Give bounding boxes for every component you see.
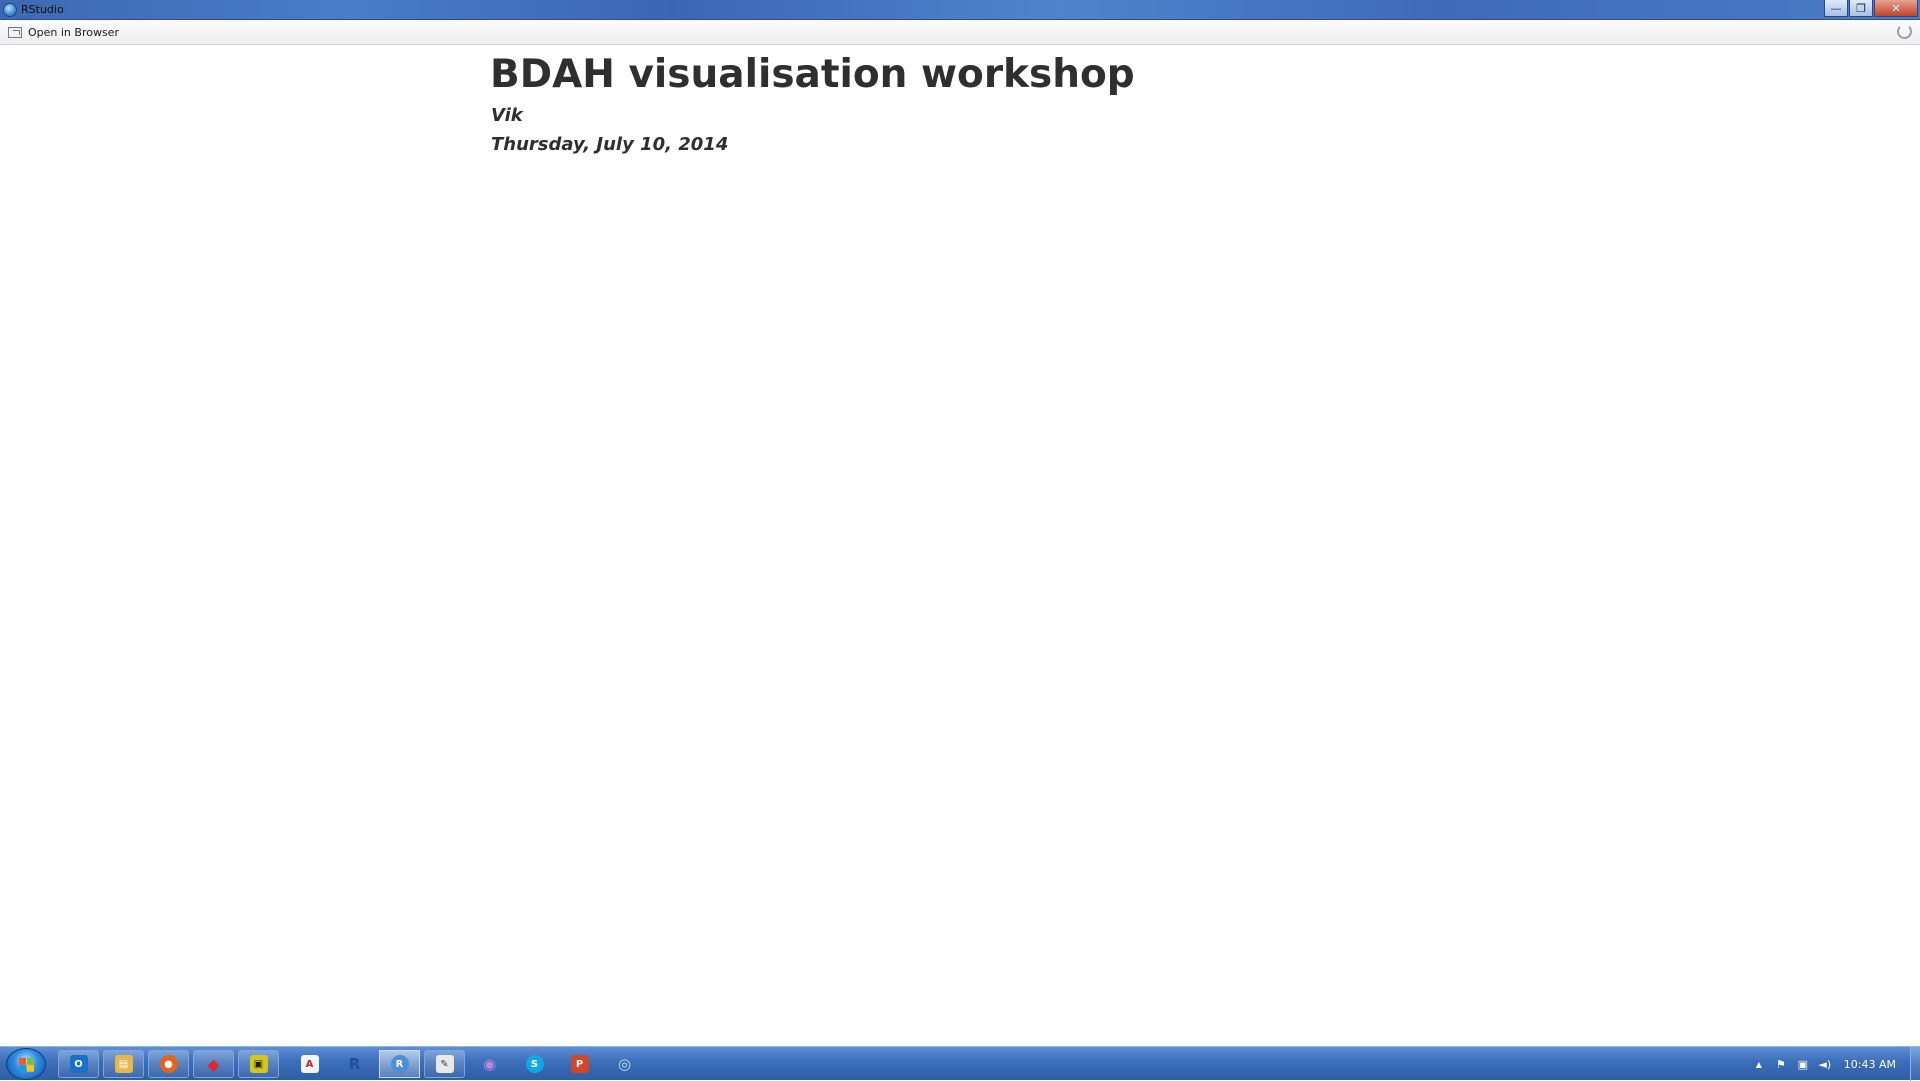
taskbar-app-rstudio[interactable]: R bbox=[379, 1050, 420, 1078]
taskbar-app-globe[interactable]: ◉ bbox=[469, 1050, 510, 1078]
window-title: RStudio bbox=[21, 3, 64, 16]
clock[interactable]: 10:43 AM bbox=[1844, 1058, 1896, 1071]
blue-circle-icon: ◎ bbox=[617, 1055, 632, 1073]
open-in-browser-button[interactable]: Open in Browser bbox=[8, 25, 119, 40]
folder-icon: ▤ bbox=[114, 1055, 133, 1073]
taskbar-apps: O ▤ ● ◆ ▣ A R R ✎ ◉ S P ◎ bbox=[58, 1050, 649, 1078]
taskbar-app-yellow[interactable]: ▣ bbox=[238, 1050, 279, 1078]
viewer-toolbar: Open in Browser bbox=[0, 20, 1920, 45]
rstudio-app-icon bbox=[3, 3, 17, 17]
restore-icon: ❐ bbox=[1856, 1, 1866, 15]
close-button[interactable]: ✕ bbox=[1874, 0, 1918, 17]
rstudio-icon: R bbox=[390, 1055, 409, 1073]
yellow-app-icon: ▣ bbox=[249, 1055, 268, 1073]
restore-button[interactable]: ❐ bbox=[1849, 0, 1873, 17]
taskbar-app-blue[interactable]: ◎ bbox=[604, 1050, 645, 1078]
document-date: Thursday, July 10, 2014 bbox=[491, 134, 729, 155]
minimize-button[interactable]: — bbox=[1824, 0, 1848, 17]
taskbar-app-adobe-reader[interactable]: A bbox=[289, 1050, 330, 1078]
outlook-icon: O bbox=[69, 1055, 88, 1073]
refresh-icon[interactable] bbox=[1897, 24, 1912, 39]
system-tray: ▲ ⚑ ▣ ◄) 10:43 AM bbox=[1748, 1047, 1920, 1081]
show-hidden-icons-button[interactable]: ▲ bbox=[1748, 1056, 1770, 1072]
taskbar-app-r[interactable]: R bbox=[334, 1050, 375, 1078]
windows-logo-icon bbox=[19, 1058, 34, 1072]
viewer-content: BDAH visualisation workshop Vik Thursday… bbox=[0, 46, 1920, 1046]
powerpoint-icon: P bbox=[570, 1055, 589, 1073]
taskbar-app-outlook[interactable]: O bbox=[58, 1050, 99, 1078]
taskbar-app-powerpoint[interactable]: P bbox=[559, 1050, 600, 1078]
skype-icon: S bbox=[525, 1055, 544, 1073]
window-controls: — ❐ ✕ bbox=[1823, 0, 1918, 18]
open-in-browser-icon bbox=[8, 27, 22, 38]
r-icon: R bbox=[348, 1055, 361, 1073]
taskbar-app-red[interactable]: ◆ bbox=[193, 1050, 234, 1078]
minimize-icon: — bbox=[1830, 1, 1842, 15]
document-title: BDAH visualisation workshop bbox=[490, 52, 1135, 97]
action-center-flag-icon[interactable]: ⚑ bbox=[1770, 1056, 1792, 1072]
network-icon[interactable]: ▣ bbox=[1792, 1056, 1814, 1072]
taskbar-app-file-explorer[interactable]: ▤ bbox=[103, 1050, 144, 1078]
close-icon: ✕ bbox=[1891, 1, 1901, 15]
firefox-icon: ● bbox=[159, 1055, 178, 1073]
open-in-browser-label: Open in Browser bbox=[28, 26, 119, 39]
taskbar: O ▤ ● ◆ ▣ A R R ✎ ◉ S P ◎ ▲ ⚑ ▣ ◄) 10:43… bbox=[0, 1046, 1920, 1081]
taskbar-app-tools[interactable]: ✎ bbox=[424, 1050, 465, 1078]
document-author: Vik bbox=[491, 105, 523, 126]
show-desktop-button[interactable] bbox=[1910, 1047, 1920, 1081]
start-button[interactable] bbox=[6, 1048, 46, 1080]
window-titlebar[interactable]: RStudio — ❐ ✕ bbox=[0, 0, 1920, 20]
pdf-icon: A bbox=[300, 1055, 319, 1073]
tools-icon: ✎ bbox=[435, 1055, 454, 1073]
taskbar-app-firefox[interactable]: ● bbox=[148, 1050, 189, 1078]
red-diamond-icon: ◆ bbox=[207, 1054, 220, 1074]
taskbar-app-skype[interactable]: S bbox=[514, 1050, 555, 1078]
volume-icon[interactable]: ◄) bbox=[1814, 1056, 1836, 1072]
globe-icon: ◉ bbox=[482, 1055, 497, 1073]
